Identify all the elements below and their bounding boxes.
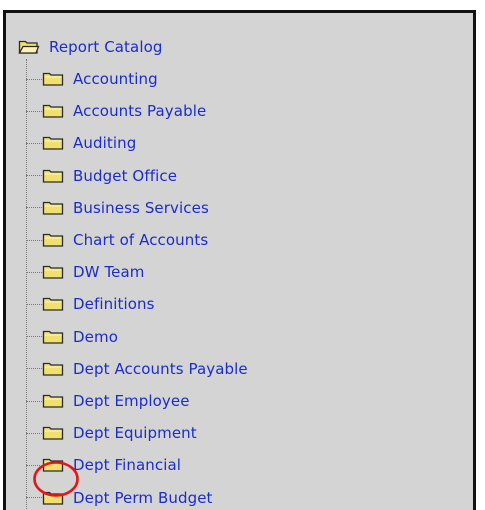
- tree-branch-line: [26, 239, 42, 241]
- folder-icon: [42, 105, 64, 118]
- folder-icon: [42, 169, 64, 183]
- tree-item-label: Business Services: [73, 198, 209, 217]
- tree-item-label: Accounts Payable: [73, 102, 207, 121]
- tree-item-budget-office[interactable]: Budget Office: [26, 164, 177, 188]
- tree-branch-line: [26, 142, 42, 144]
- tree-branch-line: [26, 175, 42, 177]
- tree-item-chart-of-accounts[interactable]: Chart of Accounts: [26, 228, 208, 252]
- tree-item-label: Dept Accounts Payable: [73, 359, 248, 378]
- folder-icon: [42, 298, 64, 312]
- folder-icon: [42, 362, 64, 376]
- folder-icon: [42, 394, 64, 408]
- tree-item-label: DW Team: [73, 263, 145, 282]
- tree-item-dw-team[interactable]: DW Team: [26, 260, 145, 284]
- tree-item-label: Demo: [73, 327, 118, 346]
- tree-branch-line: [26, 110, 42, 112]
- tree-branch-line: [26, 271, 42, 273]
- tree-branch-line: [26, 497, 42, 499]
- folder-icon: [42, 201, 64, 215]
- tree-root-label: Report Catalog: [49, 38, 163, 56]
- folder-icon: [42, 427, 64, 440]
- tree-item-dept-accounts-payable[interactable]: Dept Accounts Payable: [26, 357, 248, 381]
- folder-icon: [42, 491, 64, 505]
- tree-item-label: Dept Employee: [73, 392, 190, 410]
- tree-branch-line: [26, 78, 42, 80]
- folder-icon: [42, 330, 64, 344]
- report-catalog-tree: Report Catalog Accounting Accounts Payabl…: [6, 13, 473, 510]
- folder-icon: [42, 72, 64, 86]
- tree-item-business-services[interactable]: Business Services: [26, 196, 209, 220]
- tree-branch-line: [26, 303, 42, 305]
- folder-icon: [42, 233, 64, 247]
- tree-item-accounting[interactable]: Accounting: [26, 67, 158, 91]
- folder-open-icon: [18, 40, 40, 54]
- tree-item-label: Chart of Accounts: [73, 231, 209, 249]
- tree-branch-line: [26, 336, 42, 338]
- tree-item-demo[interactable]: Demo: [26, 325, 118, 349]
- tree-branch-line: [26, 464, 42, 466]
- tree-item-dept-equipment[interactable]: Dept Equipment: [26, 421, 197, 445]
- screenshot-frame: Report Catalog Accounting Accounts Payabl…: [0, 0, 485, 510]
- tree-branch-line: [26, 432, 42, 434]
- tree-branch-line: [26, 368, 42, 370]
- report-catalog-panel: Report Catalog Accounting Accounts Payabl…: [3, 10, 476, 510]
- tree-item-dept-financial[interactable]: Dept Financial: [26, 453, 181, 477]
- folder-icon: [42, 266, 64, 279]
- tree-branch-line: [26, 400, 42, 402]
- tree-item-accounts-payable[interactable]: Accounts Payable: [26, 99, 206, 123]
- tree-root-report-catalog[interactable]: Report Catalog: [18, 35, 163, 59]
- tree-item-label: Definitions: [73, 295, 155, 314]
- tree-item-label: Auditing: [73, 134, 137, 153]
- tree-item-label: Dept Perm Budget: [73, 488, 213, 507]
- folder-icon: [42, 137, 64, 151]
- tree-item-label: Accounting: [73, 70, 158, 88]
- tree-item-label: Dept Financial: [73, 456, 182, 475]
- tree-item-definitions[interactable]: Definitions: [26, 292, 155, 316]
- tree-branch-line: [26, 207, 42, 209]
- tree-item-label: Budget Office: [73, 166, 178, 185]
- folder-icon: [42, 459, 64, 473]
- tree-item-auditing[interactable]: Auditing: [26, 131, 136, 155]
- tree-item-dept-employee[interactable]: Dept Employee: [26, 389, 190, 413]
- tree-item-label: Dept Equipment: [73, 424, 197, 443]
